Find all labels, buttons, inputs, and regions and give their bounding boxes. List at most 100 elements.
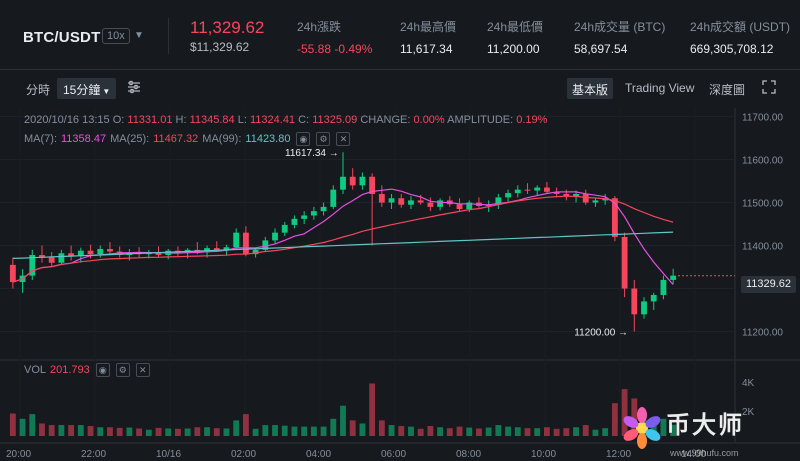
volume-bar: [388, 425, 395, 436]
price-tick-label: 11700.00: [742, 113, 783, 124]
candle-body: [378, 193, 385, 203]
legend-l-value: 11324.41: [249, 114, 296, 126]
volume-bar: [175, 428, 181, 436]
view-basic-button[interactable]: 基本版: [567, 78, 614, 99]
volume-bar: [184, 428, 191, 436]
ma7-label: MA(7):: [24, 133, 57, 145]
volume-bar: [534, 428, 541, 436]
candle-body: [9, 264, 16, 283]
volume-bar: [408, 426, 414, 436]
volume-bar: [592, 429, 599, 436]
volume-bar: [301, 426, 308, 436]
volume-bar: [233, 420, 240, 436]
volume-bar: [116, 427, 123, 436]
volume-bar: [145, 429, 152, 436]
view-depth-button[interactable]: 深度圖: [704, 78, 750, 99]
candle-body: [320, 206, 327, 212]
volume-bar: [68, 425, 75, 436]
candle-body: [97, 248, 104, 255]
ma99-label: MA(99):: [202, 133, 242, 145]
stat-value: 11,200.00: [487, 42, 540, 56]
volume-bar: [39, 423, 45, 436]
volume-bar: [242, 414, 249, 436]
volume-bar: [107, 427, 113, 436]
time-tick-label: 10/16: [156, 449, 181, 460]
candle-body: [48, 257, 55, 263]
stat-label: 24h漲跌: [297, 20, 342, 34]
candle-body: [582, 193, 589, 203]
stat-24h-low: 24h最低價 11,200.00: [487, 18, 543, 56]
volume-bar: [272, 425, 278, 436]
volume-bar: [602, 428, 609, 436]
candle-body: [505, 193, 511, 198]
volume-bar: [19, 418, 26, 436]
volume-bar: [340, 405, 346, 436]
candle-body: [650, 294, 657, 302]
volume-bar: [9, 413, 16, 436]
vol-value: 201.793: [50, 364, 90, 376]
ma25-value: 11467.32: [153, 133, 199, 145]
volume-bar: [155, 427, 162, 436]
low-marker-label: 11200.00 →: [574, 328, 628, 339]
chart-toolbar: 分時 15分鐘 ▼ 基本版 Trading View 深度圖: [0, 70, 800, 108]
stat-value: 58,697.54: [574, 42, 628, 56]
volume-bar: [573, 427, 579, 436]
candle-body: [310, 211, 317, 216]
time-chart-button[interactable]: 分時: [26, 81, 50, 98]
volume-bar: [514, 427, 521, 436]
pair-selector[interactable]: BTC/USDT: [23, 29, 100, 46]
vol-label: VOL: [24, 364, 47, 376]
price-tick-label: 11200.00: [742, 328, 783, 339]
stat-label: 24h最高價: [400, 20, 457, 34]
volume-bar: [48, 425, 55, 436]
interval-select[interactable]: 15分鐘 ▼: [57, 78, 117, 99]
close-icon[interactable]: ✕: [336, 132, 351, 146]
stat-value: 669,305,708.12: [690, 42, 774, 56]
candle-body: [524, 189, 531, 191]
stat-24h-volume-usdt: 24h成交額 (USDT) 669,305,708.12: [690, 18, 790, 56]
legend-change-label: CHANGE:: [360, 114, 411, 126]
ma99-value: 11423.80: [245, 133, 291, 145]
candle-body: [340, 176, 346, 190]
legend-o-label: O:: [112, 114, 125, 126]
candle-body: [592, 200, 599, 203]
stat-24h-high: 24h最高價 11,617.34: [400, 18, 456, 56]
candle-body: [398, 198, 405, 205]
last-price: 11,329.62: [190, 18, 265, 37]
legend-amplitude-label: AMPLITUDE:: [447, 114, 514, 126]
eye-icon[interactable]: ◉: [95, 363, 110, 377]
view-tradingview-button[interactable]: Trading View: [620, 78, 699, 99]
volume-bar: [87, 426, 94, 436]
fullscreen-icon[interactable]: [762, 80, 776, 99]
divider: [168, 18, 169, 54]
candle-body: [514, 189, 521, 194]
ma25-label: MA(25):: [110, 133, 150, 145]
high-marker-label: 11617.34 →: [285, 148, 339, 159]
volume-bar: [544, 427, 550, 436]
time-tick-label: 20:00: [6, 449, 31, 460]
volume-bar: [563, 428, 570, 436]
close-icon[interactable]: ✕: [135, 363, 150, 377]
candle-body: [291, 218, 298, 225]
current-price-tag: 11329.62: [741, 276, 796, 293]
volume-bar: [194, 427, 201, 436]
volume-bar: [349, 420, 356, 436]
volume-bar: [378, 420, 385, 436]
volume-bar: [165, 428, 172, 436]
settings-sliders-icon[interactable]: [127, 80, 141, 99]
volume-bar: [281, 425, 288, 436]
chevron-down-icon[interactable]: ▼: [134, 30, 144, 41]
volume-bar: [446, 428, 453, 436]
volume-bar: [524, 428, 531, 436]
time-tick-label: 04:00: [306, 449, 331, 460]
stat-label: 24h最低價: [487, 20, 544, 34]
candle-body: [233, 232, 240, 248]
stat-value: -55.88 -0.49%: [297, 42, 373, 56]
watermark-url: www.99hufu.com: [670, 448, 739, 458]
time-tick-label: 08:00: [456, 449, 481, 460]
settings-icon[interactable]: ⚙: [316, 132, 331, 146]
stat-value: 11,617.34: [400, 42, 453, 56]
watermark-text: 币大师: [666, 412, 744, 439]
settings-icon[interactable]: ⚙: [115, 363, 130, 377]
eye-icon[interactable]: ◉: [296, 132, 311, 146]
